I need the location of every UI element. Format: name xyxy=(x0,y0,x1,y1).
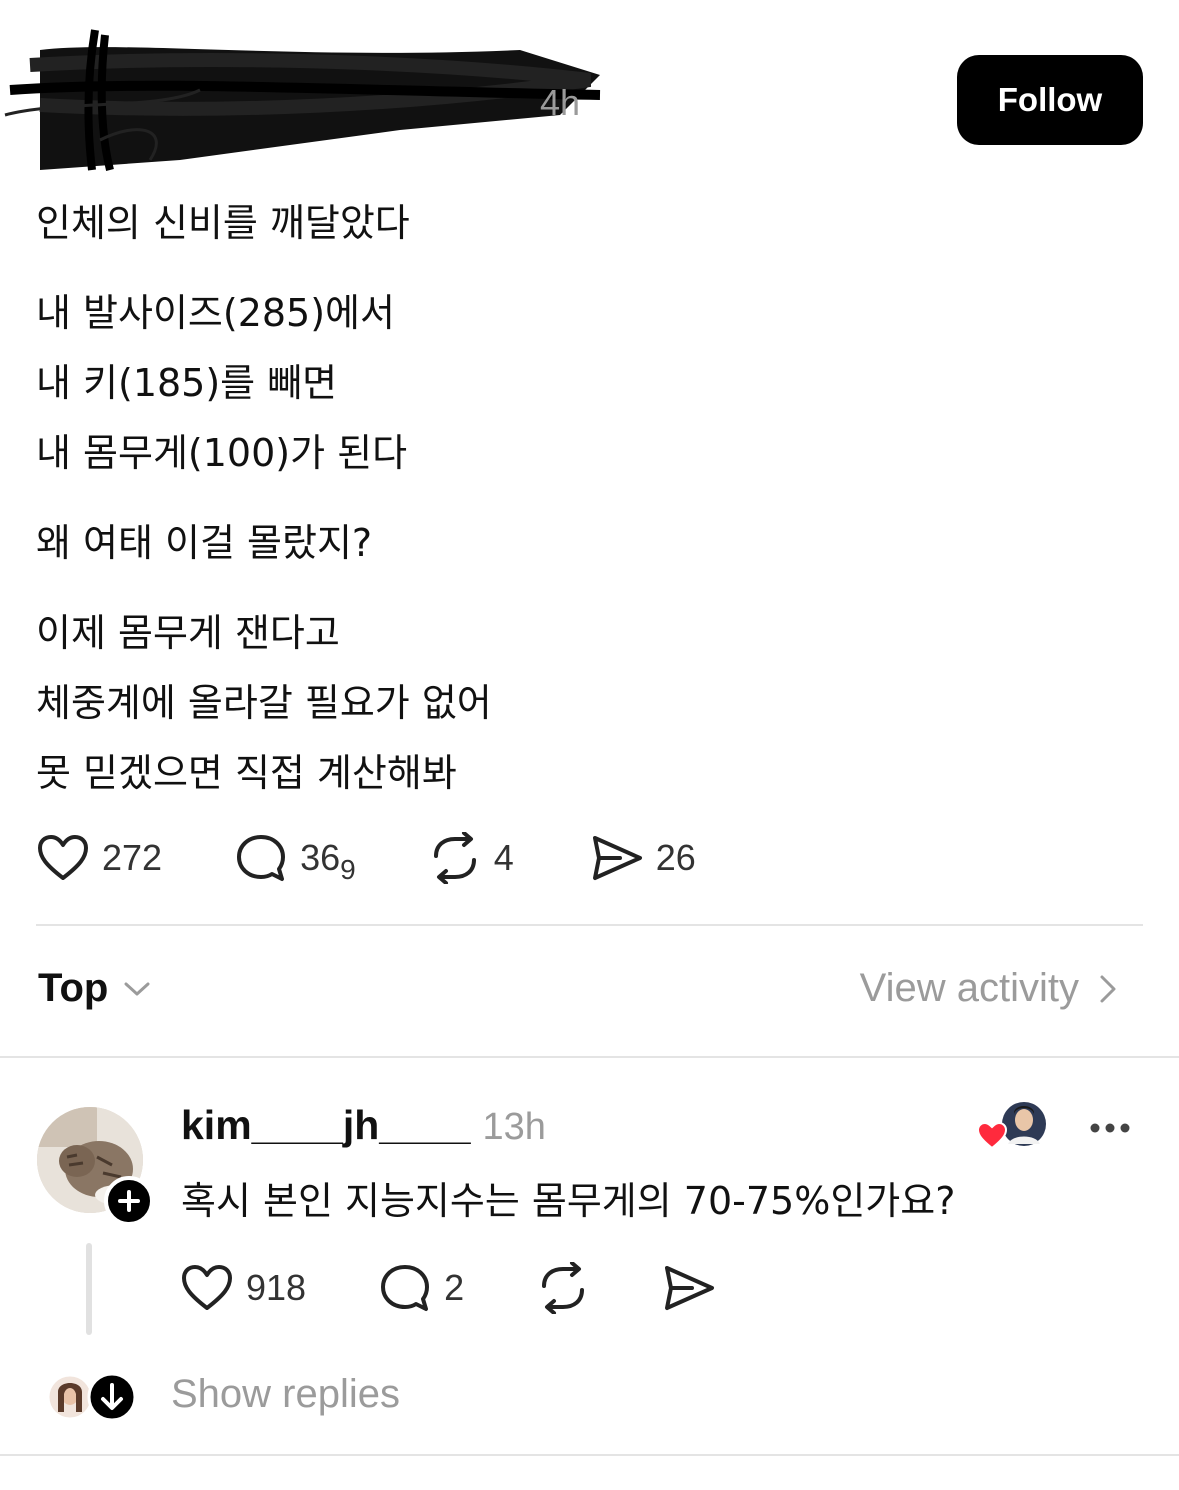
reply-button[interactable]: 36 9 xyxy=(234,830,356,886)
share-count: 26 xyxy=(655,837,696,878)
post-line: 왜 여태 이걸 몰랐지? xyxy=(36,521,373,565)
comment-like-button[interactable]: 918 xyxy=(180,1263,306,1313)
heart-icon xyxy=(182,1265,232,1310)
divider xyxy=(36,924,1143,926)
post-line: 내 발사이즈(285)에서 xyxy=(36,291,395,335)
chevron-right-icon xyxy=(1100,975,1116,1002)
redacted-author-scribble xyxy=(4,29,601,171)
comment-time: 13h xyxy=(482,1106,546,1148)
sort-label: Top xyxy=(38,966,109,1010)
heart-icon xyxy=(38,835,88,880)
repost-icon xyxy=(433,832,476,884)
comment-username[interactable]: kim____jh____ xyxy=(181,1102,471,1149)
divider xyxy=(0,1454,1179,1456)
post-body: 인체의 신비를 깨달았다 내 발사이즈(285)에서 내 키(185)를 빼면 … xyxy=(36,188,1136,828)
more-icon[interactable] xyxy=(1088,1116,1132,1140)
post-line: 내 몸무게(100)가 된다 xyxy=(36,431,408,475)
show-replies-link[interactable]: Show replies xyxy=(171,1372,400,1417)
plus-icon xyxy=(118,1190,140,1212)
share-icon xyxy=(665,1266,715,1310)
post-line: 못 믿겠으면 직접 계산해봐 xyxy=(36,751,457,795)
comment-like-count: 918 xyxy=(246,1267,307,1308)
post-paragraph: 내 발사이즈(285)에서 내 키(185)를 빼면 내 몸무게(100)가 된… xyxy=(36,278,1136,488)
post-line: 체중계에 올라갈 필요가 없어 xyxy=(36,681,492,725)
post-paragraph: 인체의 신비를 깨달았다 xyxy=(36,188,1136,258)
comment-text: 혹시 본인 지능지수는 몸무게의 70-75%인가요? xyxy=(181,1179,956,1223)
follow-button[interactable]: Follow xyxy=(957,55,1143,145)
post-line: 내 키(185)를 빼면 xyxy=(36,361,338,405)
like-count: 272 xyxy=(102,837,163,878)
comment-icon xyxy=(381,1265,430,1311)
sort-dropdown[interactable]: Top xyxy=(38,966,154,1011)
post-paragraph: 왜 여태 이걸 몰랐지? xyxy=(36,508,1136,578)
like-button[interactable]: 272 xyxy=(36,833,162,883)
reply-count: 36 xyxy=(300,837,341,878)
follow-plus-badge[interactable] xyxy=(104,1176,154,1226)
view-activity-link[interactable]: View activity xyxy=(860,966,1123,1011)
repost-icon xyxy=(542,1262,585,1314)
chevron-down-icon xyxy=(124,982,150,995)
thread-line xyxy=(86,1243,92,1335)
reply-count-sub: 9 xyxy=(340,854,356,885)
comment-reply-count: 2 xyxy=(444,1267,465,1308)
comment-repost-button[interactable] xyxy=(536,1262,590,1314)
comment-reply-button[interactable]: 2 xyxy=(378,1262,464,1314)
repost-count: 4 xyxy=(493,837,514,878)
post-time: 4h xyxy=(540,82,581,123)
post-line: 인체의 신비를 깨달았다 xyxy=(36,201,410,245)
share-icon xyxy=(592,836,642,880)
view-activity-label: View activity xyxy=(859,966,1079,1010)
comment-icon xyxy=(237,835,286,881)
comment-header: kim____jh____ 13h xyxy=(181,1102,546,1149)
post-paragraph: 이제 몸무게 잰다고 체중계에 올라갈 필요가 없어 못 믿겠으면 직접 계산해… xyxy=(36,598,1136,808)
reply-avatars[interactable] xyxy=(46,1372,138,1422)
comment-actions: 918 2 xyxy=(180,1260,716,1316)
post-actions: 272 36 9 4 26 xyxy=(36,830,696,886)
author-liked-indicator xyxy=(976,1102,1046,1150)
divider xyxy=(0,1056,1179,1058)
post-line: 이제 몸무게 잰다고 xyxy=(36,611,340,655)
comment-share-button[interactable] xyxy=(662,1263,716,1313)
share-button[interactable]: 26 xyxy=(590,833,696,883)
repost-button[interactable]: 4 xyxy=(428,832,514,884)
